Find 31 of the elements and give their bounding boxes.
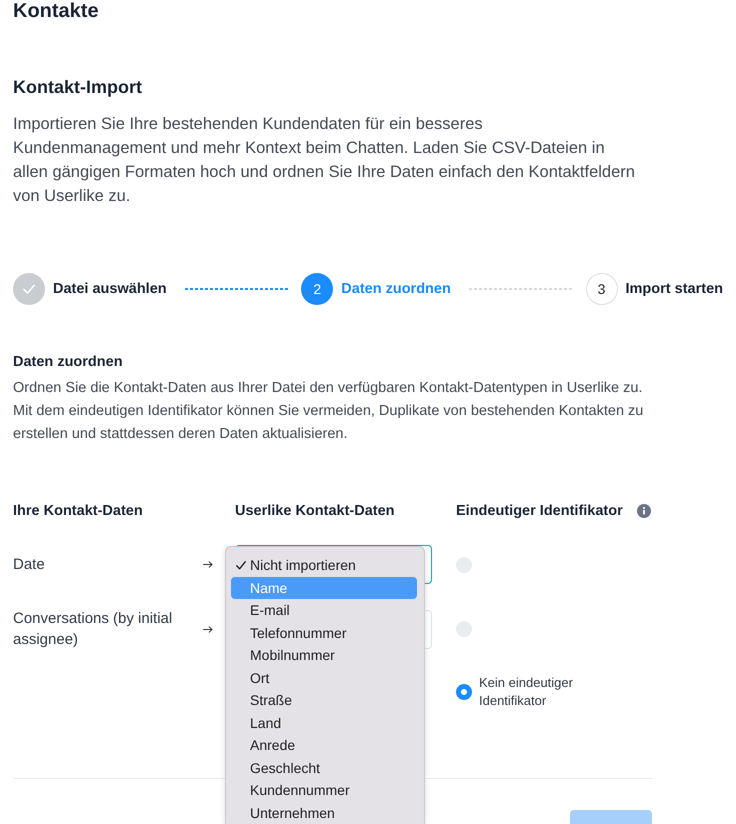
arrow-right-icon <box>203 626 213 632</box>
dropdown-option[interactable]: Straße <box>231 689 417 712</box>
dropdown-option[interactable]: Geschlecht <box>231 756 417 779</box>
mapping-title: Daten zuordnen <box>13 353 124 372</box>
dropdown-option[interactable]: Ort <box>231 666 417 689</box>
mapping-description: Ordnen Sie die Kontakt-Daten aus Ihrer Datei den verfügbaren Kontakt-Datentypen in Userlike zu. Mit dem eindeutigen Identifikator können Sie vermeiden, Duplikate von bestehenden Kontakten zu erstellen und stattdessen deren Daten aktualisieren. <box>13 378 644 444</box>
dropdown-option[interactable]: Unternehmen <box>231 802 417 824</box>
radio-button[interactable] <box>456 684 472 700</box>
section-title: Kontakt-Import <box>13 76 143 99</box>
step-label: Datei auswählen <box>53 281 167 297</box>
arrow-right-icon <box>203 561 213 568</box>
dropdown-option[interactable]: E-mail <box>231 599 417 622</box>
info-icon[interactable] <box>636 504 651 518</box>
column-header: Eindeutiger Identifikator <box>456 502 623 521</box>
dropdown-option[interactable]: Mobilnummer <box>231 644 417 666</box>
dropdown-option[interactable]: Anrede <box>231 734 417 756</box>
dropdown-option[interactable]: Nicht importieren <box>231 554 417 576</box>
step-label: Daten zuordnen <box>341 281 451 297</box>
radio-label: Kein eindeutiger Identifikator <box>479 674 574 710</box>
page-title: Kontakte <box>13 0 100 22</box>
dropdown-option[interactable]: Land <box>231 712 417 734</box>
section-description: Importieren Sie Ihre bestehenden Kundendaten für ein besseres Kundenmanagement und mehr Kontext beim Chatten. Laden Sie CSV-Dateien in allen gängigen Formaten hoch und ordnen Sie Ihre Daten einfach den Kontaktfeldern von Userlike zu. <box>13 114 636 207</box>
source-field-name: Date <box>13 555 45 575</box>
step-number: 2 <box>301 273 334 305</box>
dropdown-option[interactable]: Telefonnummer <box>231 622 417 644</box>
step-label: Import starten <box>626 281 723 297</box>
dropdown-option[interactable]: Kundennummer <box>231 779 417 802</box>
step-number: 3 <box>586 273 618 305</box>
source-field-name: Conversations (by initial assignee) <box>13 609 174 650</box>
column-header: Userlike Kontakt-Daten <box>235 502 396 521</box>
column-header: Ihre Kontakt-Daten <box>13 502 143 521</box>
